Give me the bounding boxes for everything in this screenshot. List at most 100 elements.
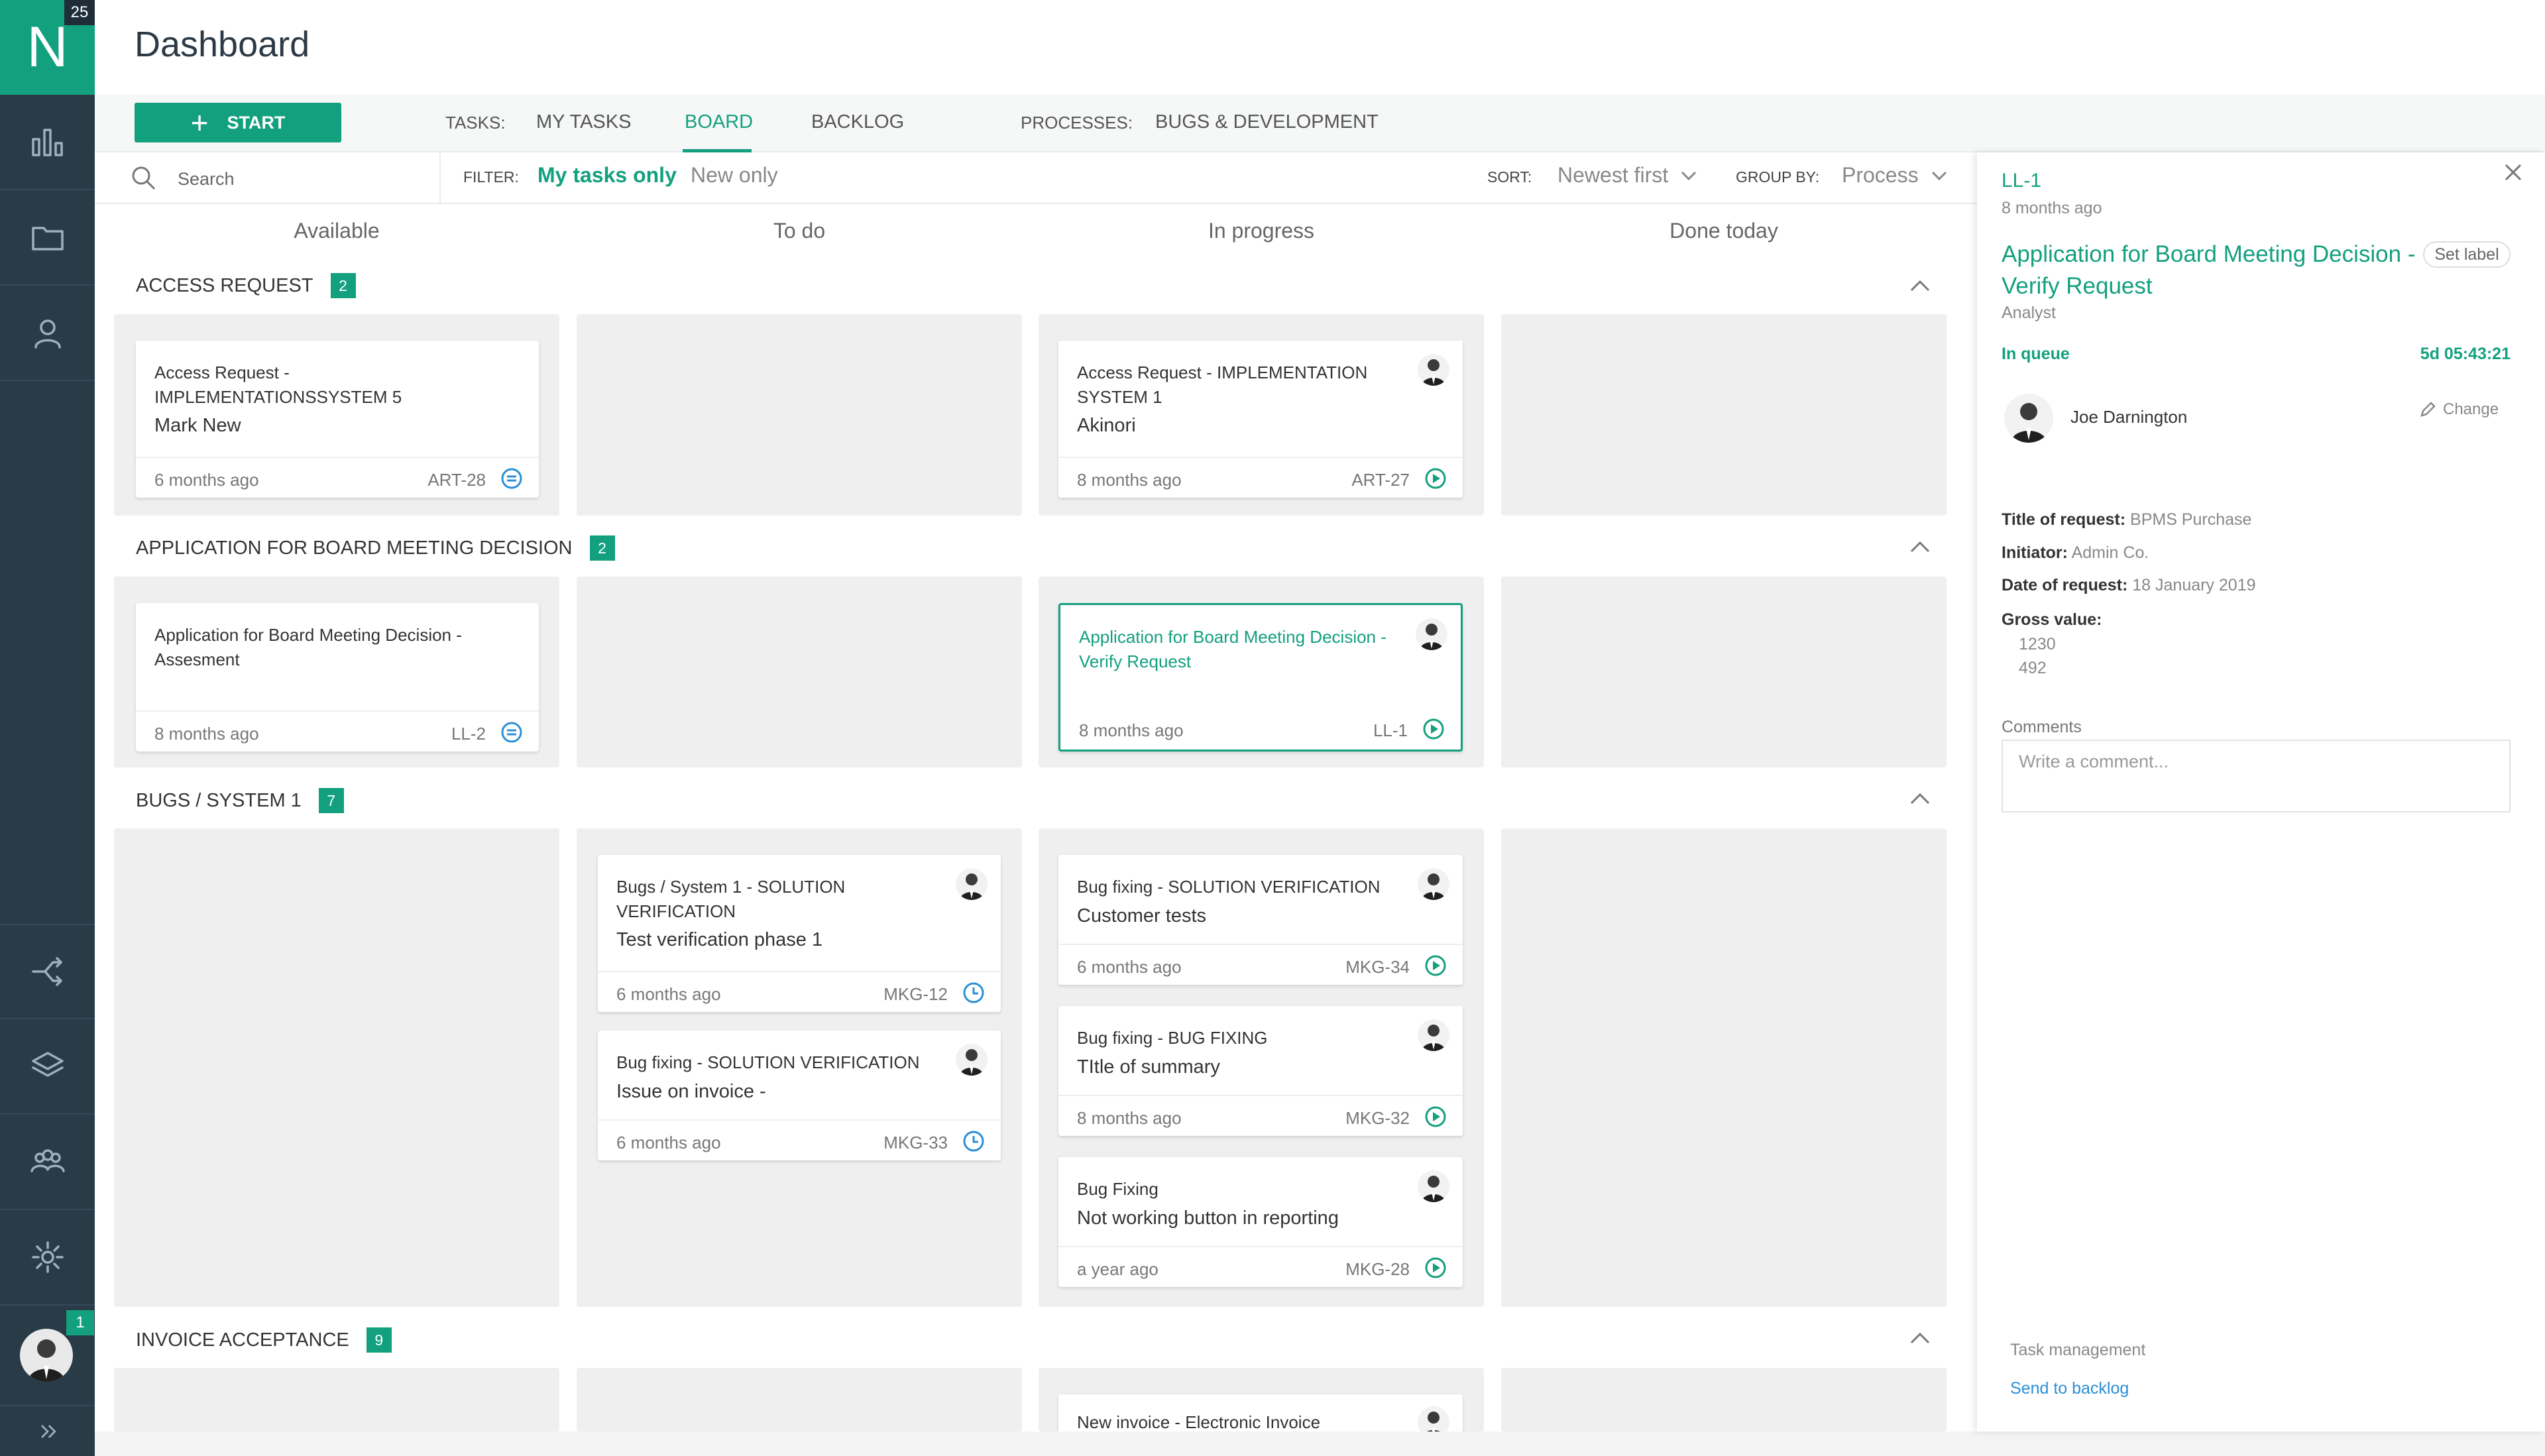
pencil-icon <box>2420 402 2436 417</box>
start-button[interactable]: + START <box>135 103 341 142</box>
gross-value-item: 492 <box>2019 659 2047 677</box>
card-id: ART-27 <box>1351 470 1410 490</box>
task-card[interactable]: Bug fixing - SOLUTION VERIFICATION Issue… <box>598 1031 1001 1160</box>
chevron-up-icon <box>1910 793 1930 805</box>
group-name: APPLICATION FOR BOARD MEETING DECISION <box>136 537 573 559</box>
chevron-down-icon <box>1931 171 1947 180</box>
lane-available <box>114 1368 559 1431</box>
card-date: 6 months ago <box>154 470 259 490</box>
tab-board[interactable]: BOARD <box>685 111 753 133</box>
card-date: 8 months ago <box>1079 720 1184 740</box>
collapse-group-button[interactable] <box>1909 1331 1931 1345</box>
task-card[interactable]: Bug Fixing Not working button in reporti… <box>1058 1157 1463 1287</box>
card-footer: 8 months ago LL-2 <box>136 710 539 752</box>
play-icon[interactable] <box>1424 954 1447 977</box>
assignee-avatar <box>1418 1170 1449 1202</box>
chevron-up-icon <box>1910 1332 1930 1344</box>
card-id: MKG-33 <box>883 1133 948 1152</box>
search-input[interactable] <box>178 167 423 191</box>
sort-value: Newest first <box>1557 163 1669 187</box>
lane-to-do <box>577 577 1022 767</box>
clock-icon <box>962 1130 985 1152</box>
group-count-badge: 2 <box>330 273 356 298</box>
filter-my-tasks-only[interactable]: My tasks only <box>537 163 677 188</box>
task-id[interactable]: LL-1 <box>2002 170 2041 192</box>
task-card[interactable]: Application for Board Meeting Decision -… <box>136 603 539 752</box>
card-date: 6 months ago <box>616 984 721 1004</box>
group-count-badge: 2 <box>589 535 615 561</box>
comment-input[interactable] <box>2002 740 2511 812</box>
group-by-dropdown[interactable]: Process <box>1842 163 1948 188</box>
person-avatar-icon <box>2011 403 2047 443</box>
group-name: INVOICE ACCEPTANCE <box>136 1329 349 1351</box>
play-icon[interactable] <box>1424 1105 1447 1128</box>
play-icon[interactable] <box>1424 1257 1447 1279</box>
task-card[interactable]: Bugs / System 1 - SOLUTION VERIFICATION … <box>598 855 1001 1012</box>
search-icon <box>132 166 156 190</box>
gross-value-item: 1230 <box>2019 635 2056 653</box>
group-count-badge: 9 <box>366 1327 392 1353</box>
card-id: LL-2 <box>451 724 486 744</box>
sidebar-expand-button[interactable] <box>0 1405 95 1456</box>
assignee-avatar <box>956 1044 988 1076</box>
card-title: Bug Fixing <box>1077 1179 1159 1199</box>
task-card[interactable]: New invoice - Electronic Invoice <box>1058 1394 1463 1438</box>
tab-bugs-development[interactable]: BUGS & DEVELOPMENT <box>1155 111 1379 133</box>
user-avatar[interactable] <box>20 1329 73 1382</box>
card-footer: a year ago MKG-28 <box>1058 1246 1463 1287</box>
card-subtitle: Issue on invoice - <box>616 1081 766 1102</box>
card-footer: 8 months ago LL-1 <box>1060 708 1461 750</box>
task-card[interactable]: Access Request - IMPLEMENTATIONSSYSTEM 5… <box>136 341 539 498</box>
card-footer: 8 months ago MKG-32 <box>1058 1095 1463 1136</box>
double-chevron-right-icon <box>40 1424 56 1438</box>
card-id: MKG-12 <box>883 984 948 1004</box>
page-title: Dashboard <box>135 25 310 64</box>
lane-done-today <box>1501 1368 1947 1431</box>
card-id: MKG-28 <box>1345 1259 1410 1279</box>
send-to-backlog-link[interactable]: Send to backlog <box>2010 1379 2129 1398</box>
card-title: Application for Board Meeting Decision -… <box>1079 627 1386 671</box>
notification-count-badge: 25 <box>64 0 95 25</box>
filter-new-only[interactable]: New only <box>691 163 778 188</box>
tab-backlog[interactable]: BACKLOG <box>811 111 904 133</box>
card-subtitle: Not working button in reporting <box>1077 1207 1339 1229</box>
task-card-selected[interactable]: Application for Board Meeting Decision -… <box>1058 603 1463 752</box>
lane-to-do <box>577 314 1022 516</box>
card-title: Bug fixing - SOLUTION VERIFICATION <box>616 1052 920 1072</box>
collapse-group-button[interactable] <box>1909 278 1931 293</box>
card-id: ART-28 <box>427 470 486 490</box>
set-label-button[interactable]: Set label <box>2423 241 2511 268</box>
sidebar-item-layers[interactable] <box>0 1019 95 1115</box>
task-card[interactable]: Bug fixing - SOLUTION VERIFICATION Custo… <box>1058 855 1463 985</box>
bar-chart-icon <box>31 129 63 156</box>
sidebar-item-processes[interactable] <box>0 924 95 1019</box>
change-assignee-button[interactable]: Change <box>2419 400 2499 419</box>
sidebar-item-reports[interactable] <box>0 95 95 190</box>
sidebar-item-settings[interactable] <box>0 1210 95 1306</box>
task-card[interactable]: Bug fixing - BUG FIXING TItle of summary… <box>1058 1006 1463 1136</box>
comments-label: Comments <box>2002 718 2082 736</box>
play-icon[interactable] <box>1422 718 1445 740</box>
collapse-group-button[interactable] <box>1909 791 1931 806</box>
tasks-label: TASKS: <box>445 113 506 133</box>
sidebar-item-profile[interactable] <box>0 286 95 381</box>
card-title: Application for Board Meeting Decision -… <box>154 625 462 669</box>
sidebar-item-team[interactable] <box>0 1115 95 1210</box>
task-timer: 5d 05:43:21 <box>2420 345 2511 363</box>
person-avatar-icon <box>28 1339 65 1382</box>
collapse-group-button[interactable] <box>1909 539 1931 554</box>
lane-done-today <box>1501 828 1947 1307</box>
tab-my-tasks[interactable]: MY TASKS <box>536 111 631 133</box>
play-icon[interactable] <box>1424 467 1447 490</box>
card-date: 6 months ago <box>616 1133 721 1152</box>
sort-dropdown[interactable]: Newest first <box>1557 163 1697 188</box>
card-title: Bug fixing - SOLUTION VERIFICATION <box>1077 877 1381 897</box>
card-date: 6 months ago <box>1077 957 1182 977</box>
app-logo[interactable]: N 25 <box>0 0 95 95</box>
card-date: 8 months ago <box>154 724 259 744</box>
close-panel-button[interactable] <box>2503 162 2524 183</box>
chevron-up-icon <box>1910 280 1930 292</box>
sidebar-item-files[interactable] <box>0 190 95 286</box>
task-management-label: Task management <box>2010 1341 2146 1359</box>
task-card[interactable]: Access Request - IMPLEMENTATION SYSTEM 1… <box>1058 341 1463 498</box>
